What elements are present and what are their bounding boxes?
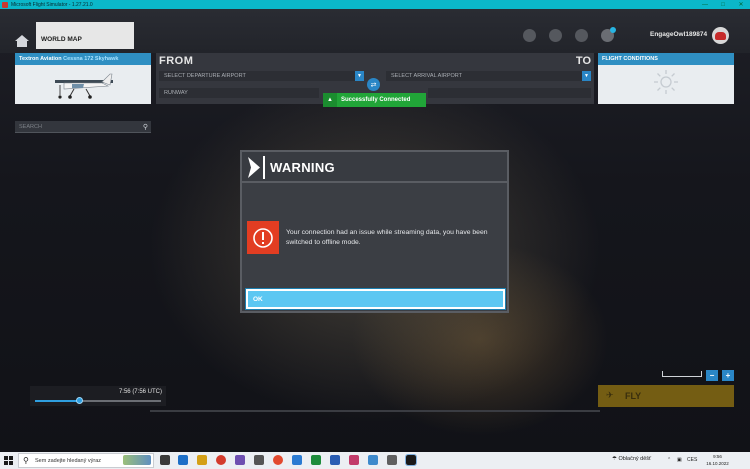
language-indicator[interactable]: CES xyxy=(687,457,697,463)
network-icon[interactable]: ▣ xyxy=(677,457,682,463)
window-titlebar[interactable]: Microsoft Flight Simulator - 1.27.21.0 —… xyxy=(0,0,750,9)
mail-icon[interactable] xyxy=(292,455,302,465)
modal-overlay: WARNING Your connection had an issue whi… xyxy=(0,9,750,452)
app-icon-dark[interactable] xyxy=(254,455,264,465)
alert-icon xyxy=(247,221,279,254)
app-icon-pink[interactable] xyxy=(349,455,359,465)
window-title: Microsoft Flight Simulator - 1.27.21.0 xyxy=(11,1,93,8)
excel-icon[interactable] xyxy=(311,455,321,465)
app-icon-purple[interactable] xyxy=(235,455,245,465)
dialog-message: Your connection had an issue while strea… xyxy=(286,229,488,246)
clock-time: 9:56 xyxy=(713,454,722,459)
weather-text: Oblačný děšť xyxy=(618,456,652,462)
maximize-icon[interactable]: □ xyxy=(714,0,732,9)
weather-widget[interactable]: ☂ Oblačný děšť xyxy=(612,456,651,462)
task-view-icon[interactable] xyxy=(160,455,170,465)
minimize-icon[interactable]: — xyxy=(696,0,714,9)
app-icon-blue[interactable] xyxy=(368,455,378,465)
weather-icon: ☂ xyxy=(612,456,617,462)
dialog-header: WARNING xyxy=(242,152,507,183)
dialog-title: WARNING xyxy=(270,160,335,175)
app-icon xyxy=(2,1,8,8)
flight-simulator-taskbar-icon[interactable] xyxy=(405,454,417,466)
close-icon[interactable]: ✕ xyxy=(732,0,750,9)
ok-button-label: OK xyxy=(253,296,263,303)
app-icon-gray[interactable] xyxy=(387,455,397,465)
word-icon[interactable] xyxy=(330,455,340,465)
tray-arrow-icon[interactable]: ⌃ xyxy=(667,457,671,463)
chevron-right-icon xyxy=(248,157,260,178)
search-icon: ⚲ xyxy=(23,456,29,465)
windows-start-icon[interactable] xyxy=(4,456,13,465)
header-separator xyxy=(263,156,265,179)
opera-icon[interactable] xyxy=(216,455,226,465)
system-clock[interactable]: 9:56 16.10.2022 xyxy=(700,453,735,467)
ok-button[interactable]: OK xyxy=(245,288,506,310)
warning-dialog: WARNING Your connection had an issue whi… xyxy=(240,150,509,313)
clock-date: 16.10.2022 xyxy=(706,461,729,466)
store-icon[interactable] xyxy=(178,455,188,465)
news-widget-icon[interactable] xyxy=(123,455,151,465)
taskbar-search-placeholder: Sem zadejte hledaný výraz xyxy=(35,458,102,464)
taskbar: ⚲ Sem zadejte hledaný výraz ☂ Oblačný dě… xyxy=(0,452,750,469)
app-area: WORLD MAP EngageOwl189874 Textron Aviati… xyxy=(0,9,750,452)
chrome-icon[interactable] xyxy=(273,455,283,465)
file-explorer-icon[interactable] xyxy=(197,455,207,465)
